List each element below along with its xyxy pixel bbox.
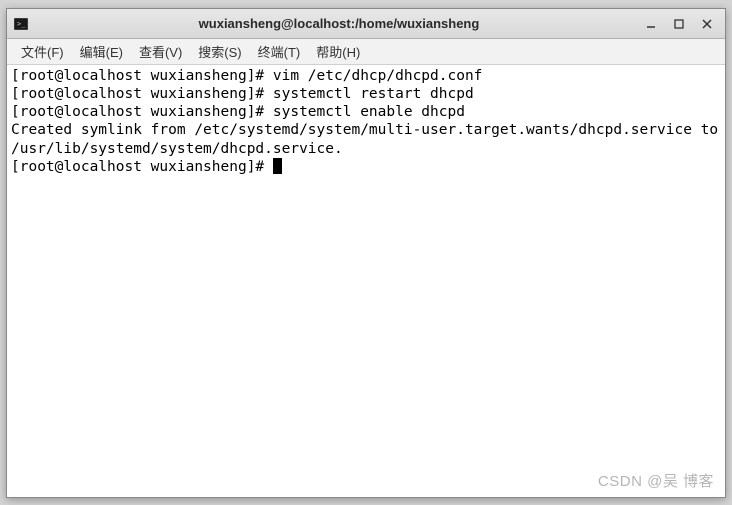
terminal-icon: >_ [13,16,29,32]
cursor-icon [273,158,282,174]
terminal-prompt: [root@localhost wuxiansheng]# [11,159,273,175]
window-controls [643,16,719,32]
menu-help[interactable]: 帮助(H) [308,39,368,64]
svg-text:>_: >_ [17,20,26,28]
terminal-line: [root@localhost wuxiansheng]# systemctl … [11,85,721,103]
minimize-button[interactable] [643,16,659,32]
menu-search[interactable]: 搜索(S) [190,39,249,64]
terminal-window: >_ wuxiansheng@localhost:/home/wuxianshe… [6,8,726,498]
terminal-output[interactable]: [root@localhost wuxiansheng]# vim /etc/d… [7,65,725,497]
menubar: 文件(F) 编辑(E) 查看(V) 搜索(S) 终端(T) 帮助(H) [7,39,725,65]
titlebar[interactable]: >_ wuxiansheng@localhost:/home/wuxianshe… [7,9,725,39]
close-button[interactable] [699,16,715,32]
terminal-line: [root@localhost wuxiansheng]# vim /etc/d… [11,67,721,85]
terminal-line: [root@localhost wuxiansheng]# systemctl … [11,103,721,121]
menu-edit[interactable]: 编辑(E) [72,39,131,64]
menu-view[interactable]: 查看(V) [131,39,190,64]
window-title: wuxiansheng@localhost:/home/wuxiansheng [35,16,643,31]
terminal-line: Created symlink from /etc/systemd/system… [11,121,721,157]
terminal-prompt-line: [root@localhost wuxiansheng]# [11,158,721,176]
menu-terminal[interactable]: 终端(T) [250,39,309,64]
menu-file[interactable]: 文件(F) [13,39,72,64]
maximize-button[interactable] [671,16,687,32]
